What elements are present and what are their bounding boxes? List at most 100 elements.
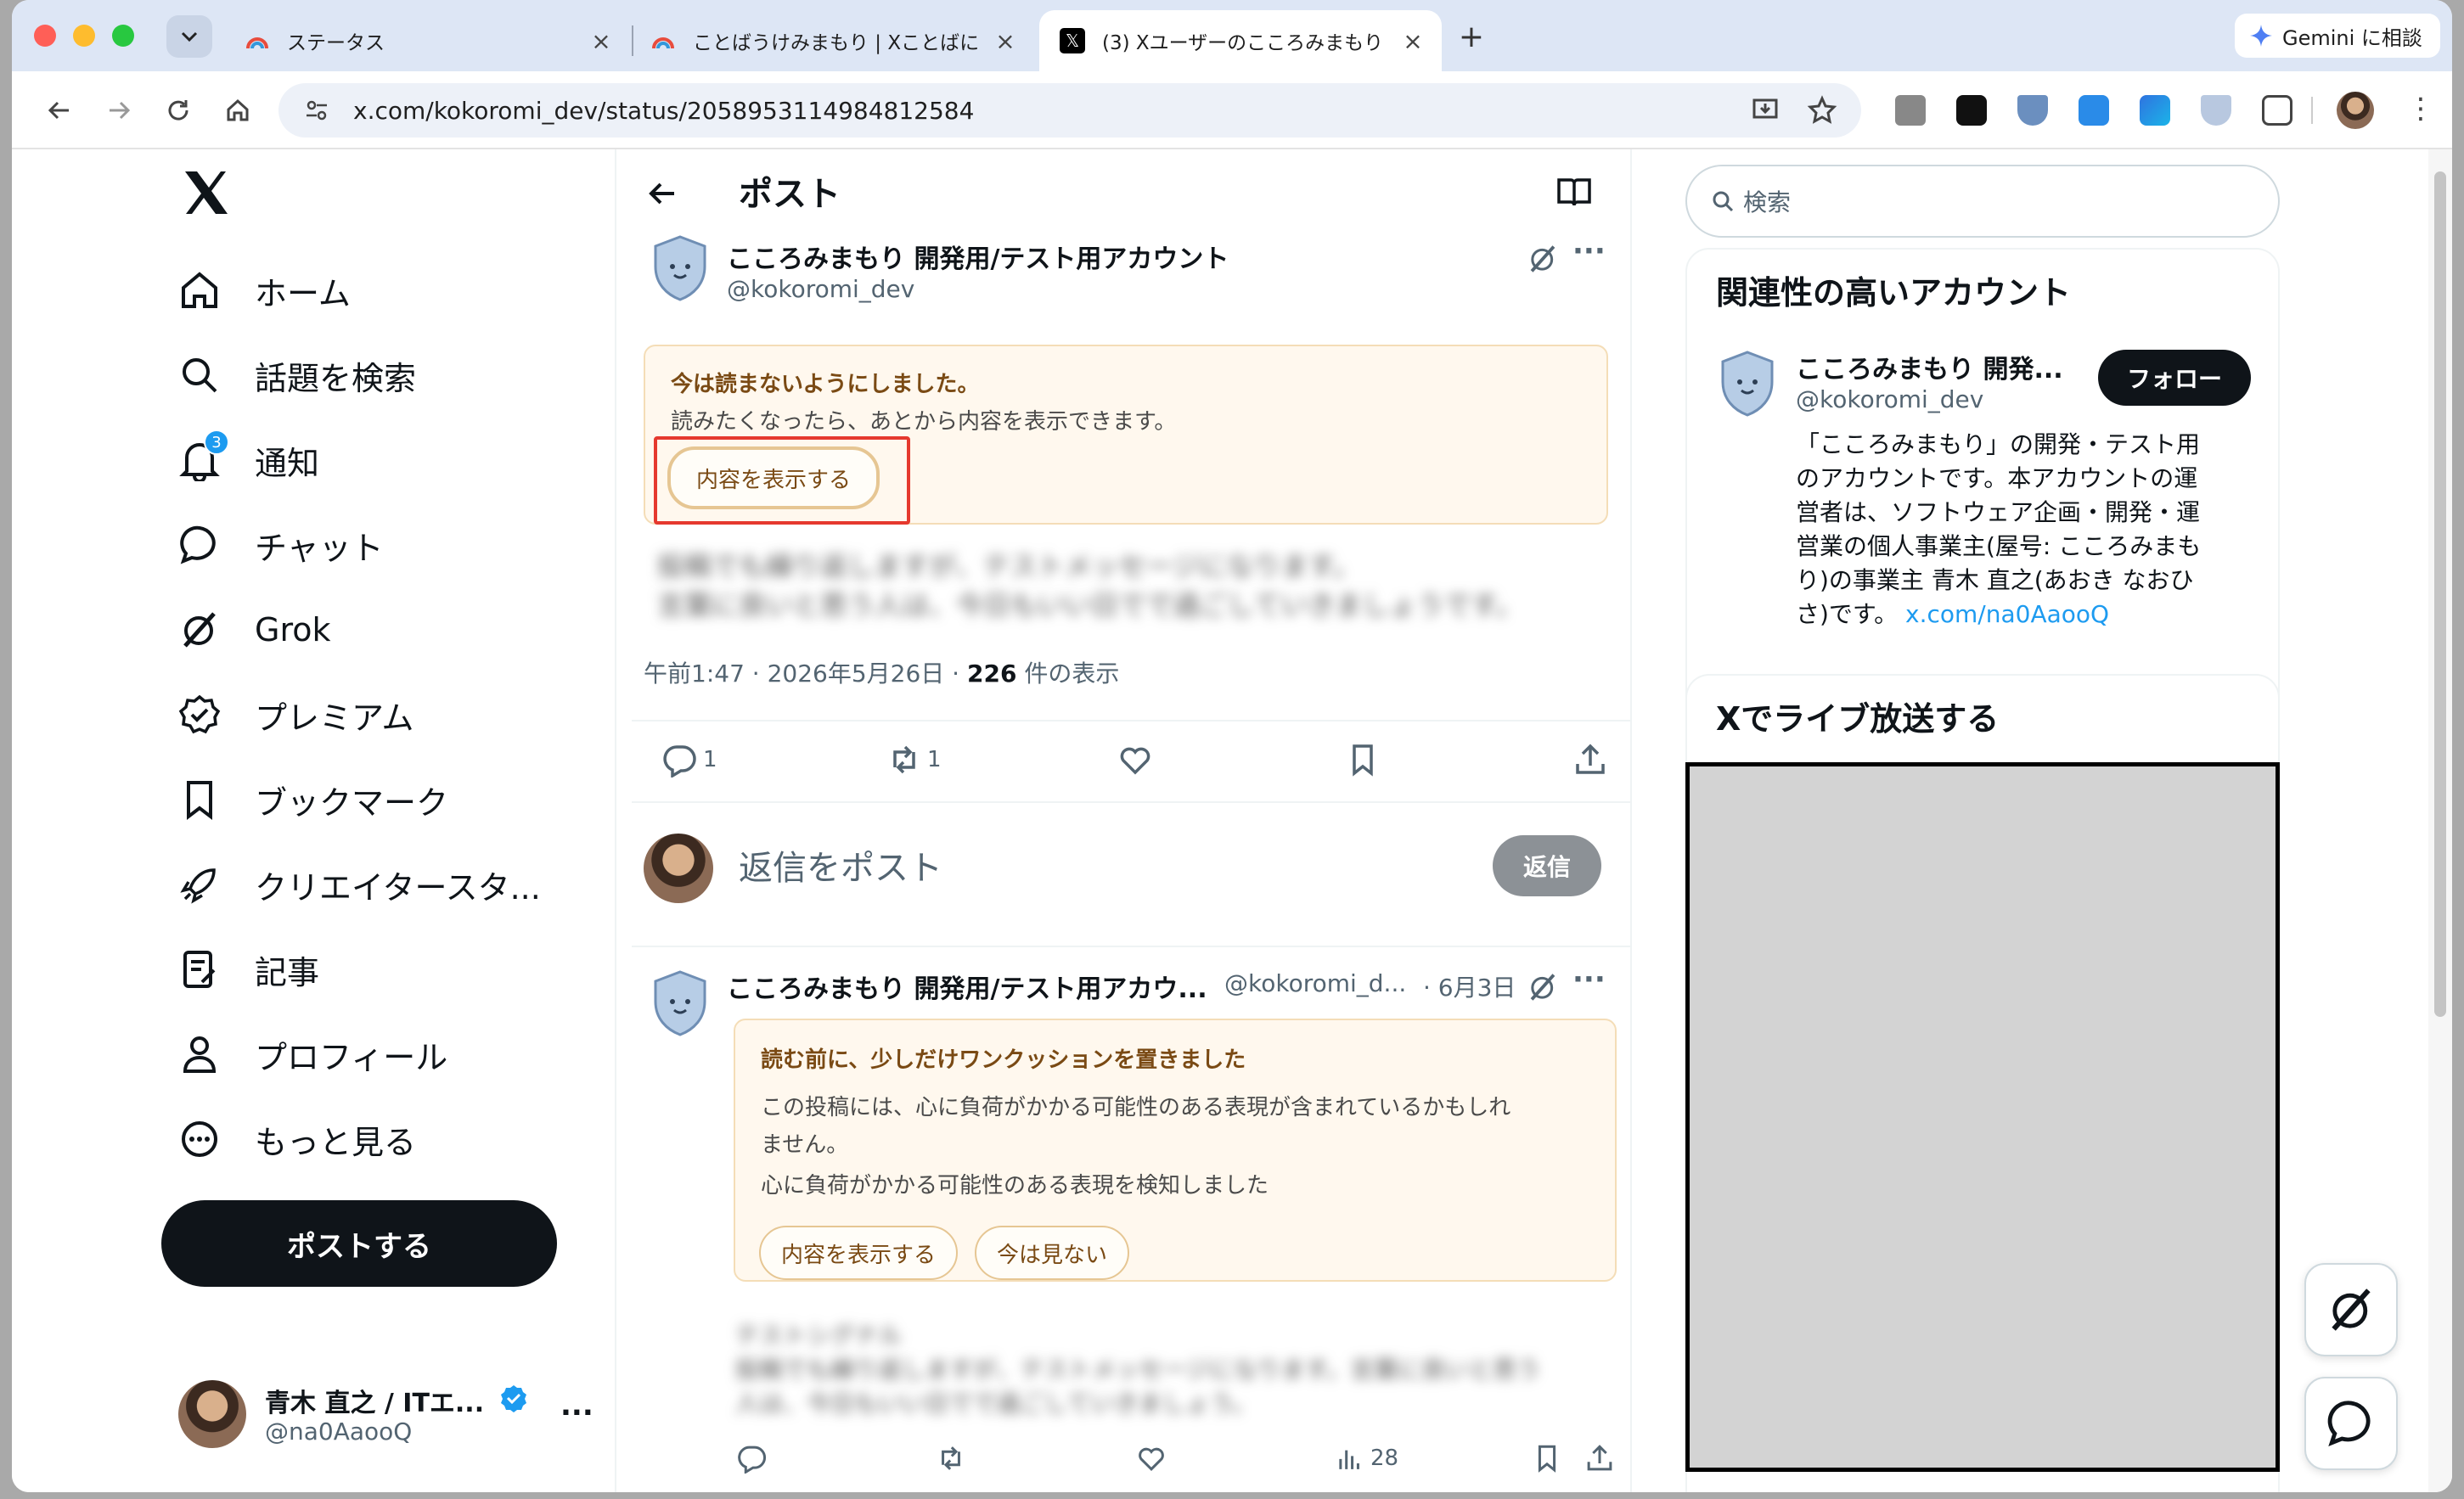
forward-button[interactable] [97,88,141,132]
post-more-icon[interactable]: ··· [1572,963,1606,997]
gemini-sparkle-icon [2250,25,2272,47]
post-more-icon[interactable]: ··· [1572,234,1606,268]
new-tab-button[interactable]: + [1450,15,1493,58]
share-action[interactable] [1584,1443,1615,1474]
like-action[interactable] [1136,1443,1167,1474]
zoom-window-button[interactable] [112,25,134,47]
nav-notifications[interactable]: 通知 [178,435,319,486]
bio-line: 営者は、ソフトウェア企画・開発・運 [1796,498,2201,526]
show-content-button[interactable]: 内容を表示する [759,1226,958,1280]
menu-dots-icon[interactable]: ⋮ [2406,92,2435,126]
puzzle-extensions-icon[interactable] [2262,95,2292,126]
shield-small-extension-icon[interactable] [2201,95,2231,126]
post-author-handle[interactable]: @kokoromi_dev [727,275,914,303]
repost-action[interactable] [936,1443,966,1474]
post-author-name[interactable]: こころみまもり 開発用/テスト用アカウ... [727,968,1207,1005]
repost-action[interactable]: 1 [886,742,942,778]
tab-close-icon[interactable]: × [584,27,618,55]
scrollbar-thumb[interactable] [2434,171,2446,1017]
reply-action[interactable]: 1 [662,742,717,778]
chevron-down-icon [181,31,198,42]
tab-kotoba[interactable]: ことばうけみまもり | Xことばに × [630,10,1034,71]
nav-chat[interactable]: チャット [178,519,384,570]
account-handle: @na0AaooQ [265,1418,413,1446]
reply-button[interactable]: 返信 [1493,835,1601,896]
warning-title: 今は読まないようにしました。 [671,372,980,397]
nav-bookmarks[interactable]: ブックマーク [178,774,448,825]
heart-icon [1139,1447,1164,1471]
live-video-placeholder[interactable] [1685,762,2280,1472]
close-window-button[interactable] [34,25,56,47]
x-logo-icon[interactable] [182,170,231,216]
nav-premium[interactable]: プレミアム [178,689,413,740]
reader-icon[interactable] [1555,175,1593,209]
video-extension-icon[interactable] [1956,95,1987,126]
grok-icon[interactable] [1527,971,1559,1003]
browser-window: ステータス × ことばうけみまもり | Xことばに × 𝕏 (3) Xユーザーの… [12,0,2452,1492]
kokoromi-shield-avatar[interactable] [650,234,710,302]
follow-button[interactable]: フォロー [2098,350,2251,406]
scrollbar-track[interactable] [2428,149,2452,1492]
grok-icon[interactable] [1527,243,1559,275]
chat-floating-button[interactable] [2304,1377,2398,1470]
bookmark-action[interactable] [1345,742,1381,778]
search-placeholder: 検索 [1743,188,1792,216]
views-action[interactable]: 28 [1335,1443,1398,1474]
search-box[interactable]: 検索 [1685,165,2280,238]
nav-articles[interactable]: 記事 [178,944,319,995]
back-button[interactable] [37,88,82,132]
nav-label: ホーム [255,274,351,312]
back-arrow-icon[interactable] [645,177,679,211]
address-bar[interactable]: x.com/kokoromi_dev/status/20589531149848… [278,83,1861,138]
tab-x-post[interactable]: 𝕏 (3) Xユーザーのこころみまもり × [1039,10,1442,71]
grok-icon [183,612,216,648]
nav-grok[interactable]: Grok [178,604,331,655]
account-more-icon[interactable]: ... [560,1389,593,1423]
apps-extension-icon[interactable] [2140,95,2170,126]
like-action[interactable] [1117,742,1153,778]
tab-status[interactable]: ステータス × [224,10,630,71]
chat-bubble-icon [2327,1401,2371,1446]
gemini-button[interactable]: Gemini に相談 [2235,14,2440,58]
bookmark-action[interactable] [1532,1443,1562,1474]
post-date[interactable]: · 6月3日 [1423,969,1516,1003]
post-author-name[interactable]: こころみまもり 開発用/テスト用アカウント [727,238,1229,275]
grok-floating-button[interactable] [2304,1263,2398,1356]
reply-input[interactable]: 返信をポスト [739,840,942,890]
bookmark-star-icon[interactable] [1807,95,1837,126]
blue-extension-icon[interactable] [2079,95,2109,126]
home-button[interactable] [216,88,260,132]
install-app-icon[interactable] [1751,95,1781,126]
post-time[interactable]: 午前1:47 · 2026年5月26日 · [644,660,967,688]
reload-button[interactable] [156,88,200,132]
reply-action[interactable] [737,1443,768,1474]
kokoromi-shield-avatar[interactable] [1718,350,1777,418]
nav-profile[interactable]: プロフィール [178,1029,447,1080]
account-switcher[interactable]: 青木 直之 / ITエ... @na0AaooQ ... [178,1377,593,1453]
share-action[interactable] [1572,742,1608,778]
verified-check-icon [501,1385,526,1412]
tab-close-icon[interactable]: × [1396,27,1430,55]
nav-home[interactable]: ホーム [178,265,351,316]
related-account-handle[interactable]: @kokoromi_dev [1796,385,1983,413]
bookmark-icon [187,781,212,821]
tab-close-icon[interactable]: × [988,27,1022,55]
post-button[interactable]: ポストする [161,1200,557,1287]
camera-extension-icon[interactable] [1895,95,1926,126]
shield-extension-icon[interactable] [2017,95,2048,126]
nav-explore[interactable]: 話題を検索 [178,350,416,401]
kokoromi-shield-avatar[interactable] [650,969,710,1037]
related-account-name[interactable]: こころみまもり 開発... [1796,348,2063,385]
verified-badge-icon [178,694,221,734]
tab-search-button[interactable] [166,15,212,58]
post-meta: 午前1:47 · 2026年5月26日 · 226 件の表示 [644,655,1119,689]
bio-link[interactable]: x.com/na0AaooQ [1905,600,2109,628]
related-account-bio: 「こころみまもり」の開発・テスト用 のアカウントです。本アカウントの運 営者は、… [1796,428,2201,632]
post-author-handle[interactable]: @kokoromi_d... [1224,969,1406,997]
nav-more[interactable]: もっと見る [178,1114,416,1165]
show-content-button[interactable]: 内容を表示する [667,446,880,509]
minimize-window-button[interactable] [73,25,95,47]
nav-creator-studio[interactable]: クリエイタースタ... [178,859,541,910]
profile-avatar[interactable] [2337,92,2374,129]
skip-button[interactable]: 今は見ない [975,1226,1129,1280]
